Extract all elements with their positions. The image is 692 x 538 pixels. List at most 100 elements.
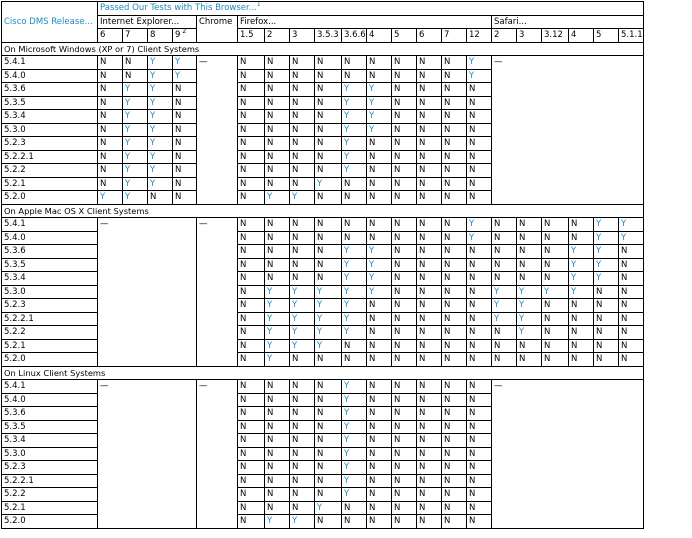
firefox-cell: N [416,379,442,394]
firefox-cell: Y [466,217,492,232]
firefox-cell: N [264,271,290,286]
firefox-cell: N [466,487,492,502]
firefox-cell: N [289,109,315,124]
firefox-cell: Y [314,284,342,299]
firefox-cell: N [391,352,417,367]
firefox-cell: N [391,284,417,299]
firefox-cell: Y [341,284,367,299]
firefox-cell: Y [366,257,392,272]
firefox-version-3.5.3: 3.5.3 [314,28,342,43]
ie-version-6: 6 [97,28,123,43]
firefox-cell: N [289,68,315,83]
firefox-cell: N [341,217,367,232]
ie-cell: N [172,163,197,178]
firefox-cell: N [237,230,265,245]
firefox-cell: N [314,473,342,488]
firefox-cell: Y [314,311,342,326]
firefox-cell: N [466,379,492,394]
firefox-cell: N [237,163,265,178]
firefox-cell: N [466,163,492,178]
firefox-cell: N [289,122,315,137]
firefox-cell: N [391,176,417,191]
safari-header: Safari... [490,14,645,29]
firefox-cell: N [237,392,265,407]
firefox-cell: N [366,406,392,421]
firefox-cell: N [237,136,265,151]
safari-cell: N [541,244,569,259]
firefox-cell: Y [314,500,342,515]
firefox-cell: N [289,473,315,488]
firefox-cell: N [441,55,467,70]
release-cell: 5.3.6 [1,244,98,259]
firefox-cell: N [391,136,417,151]
release-cell: 5.3.5 [1,257,98,272]
firefox-cell: N [289,500,315,515]
firefox-cell: Y [366,122,392,137]
firefox-cell: N [366,487,392,502]
firefox-cell: N [237,460,265,475]
ie-cell: N [122,68,148,83]
ie-cell: Y [122,176,148,191]
firefox-cell: Y [289,190,315,205]
firefox-cell: N [391,271,417,286]
firefox-cell: N [391,109,417,124]
release-cell: 5.2.2 [1,487,98,502]
ie9-footnote: 2 [180,28,187,36]
firefox-cell: N [289,271,315,286]
ie-cell: N [147,190,173,205]
firefox-cell: Y [341,122,367,137]
title-footnote: 1 [256,1,261,9]
firefox-cell: N [416,230,442,245]
firefox-version-5: 5 [391,28,417,43]
firefox-cell: Y [289,284,315,299]
firefox-cell: N [416,149,442,164]
firefox-cell: N [416,419,442,434]
firefox-cell: Y [341,244,367,259]
ie-cell: Y [122,149,148,164]
firefox-cell: N [264,68,290,83]
firefox-cell: N [366,419,392,434]
firefox-cell: Y [289,311,315,326]
firefox-cell: N [237,338,265,353]
firefox-cell: N [237,419,265,434]
firefox-cell: N [314,149,342,164]
release-cell: 5.4.0 [1,68,98,83]
section-header: On Apple Mac OS X Client Systems [0,203,645,218]
firefox-cell: N [441,433,467,448]
firefox-cell: N [366,163,392,178]
firefox-cell: Y [466,68,492,83]
firefox-cell: N [289,163,315,178]
firefox-cell: N [466,95,492,110]
safari-cell: Y [516,311,542,326]
release-cell: 5.2.2.1 [1,473,98,488]
ie-cell: Y [122,136,148,151]
firefox-cell: N [416,95,442,110]
firefox-cell: N [416,514,442,529]
firefox-cell: N [289,392,315,407]
firefox-cell: N [341,338,367,353]
firefox-cell: N [441,379,467,394]
firefox-cell: Y [264,284,290,299]
firefox-cell: N [391,500,417,515]
safari-version-2: 2 [491,28,517,43]
firefox-cell: N [391,95,417,110]
firefox-cell: N [391,163,417,178]
firefox-cell: N [314,271,342,286]
ie-cell: Y [147,55,173,70]
release-cell: 5.2.0 [1,514,98,529]
firefox-cell: N [366,352,392,367]
firefox-cell: Y [289,514,315,529]
ie-cell: N [97,176,123,191]
safari-cell: N [617,298,645,313]
firefox-cell: N [391,68,417,83]
firefox-cell: Y [341,136,367,151]
release-cell: 5.2.0 [1,352,98,367]
firefox-cell: Y [289,338,315,353]
firefox-cell: N [466,244,492,259]
firefox-cell: N [391,419,417,434]
safari-cell: N [568,325,594,340]
firefox-cell: N [341,500,367,515]
ie-cell: N [97,122,123,137]
firefox-cell: Y [366,109,392,124]
firefox-cell: N [466,311,492,326]
